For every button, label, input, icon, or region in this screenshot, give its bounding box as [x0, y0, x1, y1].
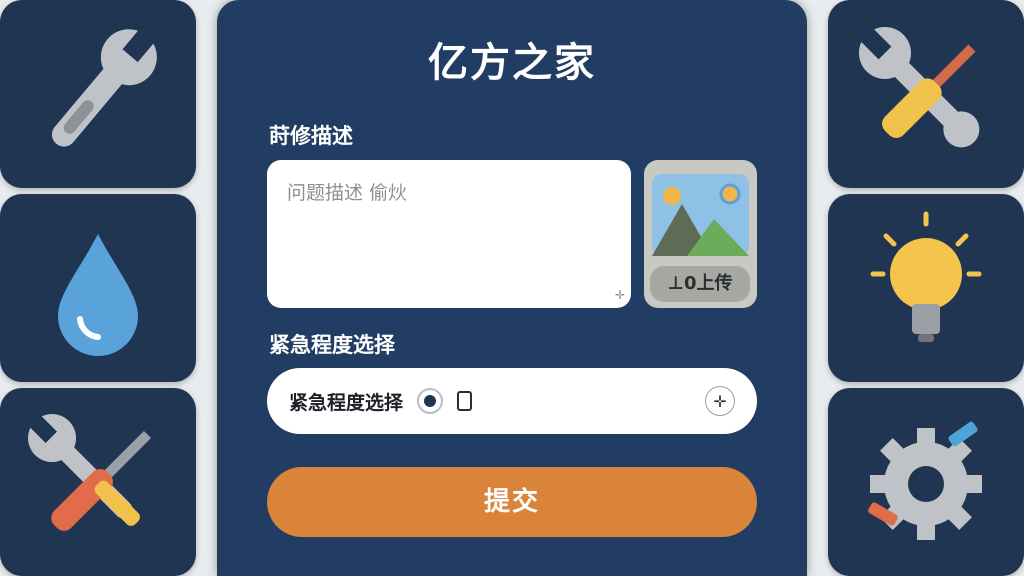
urgency-radio[interactable] — [417, 388, 444, 414]
image-placeholder-icon — [652, 174, 749, 256]
lightbulb-icon — [870, 211, 982, 342]
app-title: 亿方之家 — [428, 40, 596, 86]
image-upload-card[interactable]: ⊥0上传 — [644, 160, 757, 308]
upload-button[interactable]: ⊥0上传 — [650, 266, 750, 302]
wrench-icon — [51, 26, 158, 147]
wrench-screwdriver-icon — [858, 26, 980, 148]
tools-tile[interactable] — [0, 388, 196, 576]
resize-handle-icon[interactable]: ✛ — [615, 288, 625, 302]
description-placeholder: 问题描述 偷炏 — [287, 182, 408, 204]
repair-form-panel: 亿方之家 莳修描述 问题描述 偷炏 ✛ ⊥0上传 紧急程度选择 紧急程度选择 ✛… — [217, 0, 807, 576]
wrench-tile[interactable] — [0, 0, 196, 188]
repair-tile[interactable] — [828, 0, 1024, 188]
water-drop-icon — [58, 234, 138, 356]
description-label: 莳修描述 — [269, 124, 353, 148]
dropdown-toggle-icon[interactable]: ✛ — [705, 386, 735, 416]
gear-tools-icon — [868, 421, 982, 540]
settings-tile[interactable] — [828, 388, 1024, 576]
electric-tile[interactable] — [828, 194, 1024, 382]
urgency-checkbox[interactable] — [457, 391, 473, 411]
submit-button[interactable]: 提交 — [267, 467, 757, 537]
urgency-select-label: 紧急程度选择 — [289, 391, 404, 414]
radio-dot-icon — [424, 395, 437, 407]
screwdriver-wrench-icon — [27, 413, 152, 531]
water-tile[interactable] — [0, 194, 196, 382]
urgency-label: 紧急程度选择 — [269, 333, 395, 357]
urgency-select[interactable]: 紧急程度选择 ✛ — [267, 368, 757, 434]
description-textarea[interactable]: 问题描述 偷炏 ✛ — [267, 160, 631, 308]
